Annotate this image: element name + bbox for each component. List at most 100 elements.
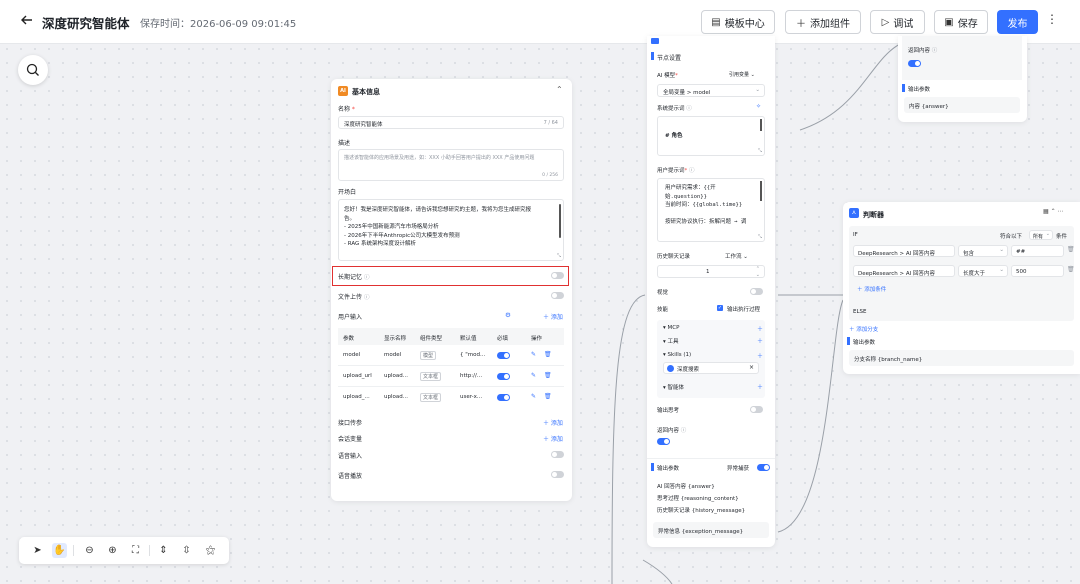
ai-model-label: AI 模型* xyxy=(657,73,678,79)
scrollbar[interactable] xyxy=(760,181,762,201)
cond2-op-select[interactable]: 长度大于 ⌄ xyxy=(958,265,1008,277)
ai-node-card[interactable]: 节点设置 AI 模型* 引用变量 ⌄ 全局变量 > model ⌄ 系统提示词 … xyxy=(647,36,775,547)
output-thinking-label: 输出思考 xyxy=(657,408,680,414)
fit-view-icon[interactable]: ⛶ xyxy=(128,543,143,558)
section-marker xyxy=(651,52,654,60)
remove-skill-icon[interactable]: × xyxy=(749,364,754,371)
voice-play-toggle[interactable] xyxy=(551,471,564,478)
basic-info-title: 基本信息 xyxy=(352,88,380,96)
hand-icon[interactable]: ✋ xyxy=(52,543,67,558)
add-tool-icon[interactable]: ＋ xyxy=(757,336,763,345)
desc-textarea[interactable]: 描述该智能体的应用场景及用途，如：XXX 小助手回答用户提出的 XXX 产品使用… xyxy=(338,149,564,181)
delete-icon[interactable]: 🗑 xyxy=(544,372,552,379)
cond2-value-input[interactable]: 500 xyxy=(1011,265,1064,277)
exception-capture-toggle[interactable] xyxy=(757,464,770,471)
judge-header-icons[interactable]: ▦ ⌃ ⋯ xyxy=(1043,208,1064,215)
scrollbar[interactable] xyxy=(760,119,762,131)
scrollbar[interactable] xyxy=(559,204,561,238)
else-branch: ELSE xyxy=(849,303,1074,321)
basic-info-card[interactable]: AI 基本信息 ⌃ 名称 * 深度研究智能体 7 / 64 描述 描述该智能体的… xyxy=(331,79,572,501)
table-header-cell: 必填 xyxy=(497,336,509,342)
edit-icon[interactable]: ✎ xyxy=(531,393,536,400)
voice-input-toggle[interactable] xyxy=(551,451,564,458)
required-toggle[interactable] xyxy=(497,373,510,380)
vision-toggle[interactable] xyxy=(750,288,763,295)
vision-label: 视觉 xyxy=(657,290,669,296)
zoom-out-icon[interactable]: ⊖ xyxy=(82,543,97,558)
desc-placeholder: 描述该智能体的应用场景及用途，如：XXX 小助手回答用户提出的 XXX 产品使用… xyxy=(344,155,535,161)
delete-icon[interactable]: 🗑 xyxy=(1067,246,1075,253)
add-branch-button[interactable]: ＋ 添加分支 xyxy=(849,325,878,333)
opening-line: - 2025年中国新能源汽车市场格局分析 xyxy=(344,224,439,230)
settings-icon[interactable]: ⚙ xyxy=(505,311,511,319)
required-toggle[interactable] xyxy=(497,352,510,359)
add-session-var-button[interactable]: ＋ 添加 xyxy=(543,434,563,443)
ref-var-select[interactable]: 引用变量 ⌄ xyxy=(729,71,755,78)
canvas-toolbar: ➤ ✋ ⊖ ⊕ ⛶ ⇕ ⇳ ⚝ xyxy=(19,537,229,564)
opening-line: - 2026年下半年Anthropic公司大模型发布预测 xyxy=(344,232,460,239)
mcp-group[interactable]: ▾ MCP xyxy=(663,325,679,331)
judge-icon: ⋏ xyxy=(849,208,859,218)
expand-all-icon[interactable]: ⇳ xyxy=(179,543,194,558)
return-content-toggle[interactable] xyxy=(657,438,670,445)
add-interface-param-button[interactable]: ＋ 添加 xyxy=(543,418,563,427)
stepper-arrows-icon[interactable]: ⌃ ⌄ xyxy=(756,266,760,278)
sys-prompt-text: # 角色 xyxy=(665,133,683,139)
agents-group[interactable]: ▾ 智能体 xyxy=(663,383,684,391)
sys-prompt-textarea[interactable]: # 角色 ⤡ xyxy=(657,116,765,156)
user-prompt-textarea[interactable]: 用户研究需求：{{开 始.question}} 当前时间：{{global.ti… xyxy=(657,178,765,242)
pointer-icon[interactable]: ➤ xyxy=(30,543,45,558)
add-mcp-icon[interactable]: ＋ xyxy=(757,324,763,333)
delete-icon[interactable]: 🗑 xyxy=(544,393,552,400)
add-condition-button[interactable]: ＋ 添加条件 xyxy=(857,285,886,293)
match-select[interactable]: 所有 ⌄ xyxy=(1029,230,1053,240)
name-input[interactable]: 深度研究智能体 7 / 64 xyxy=(338,116,564,129)
delete-icon[interactable]: 🗑 xyxy=(544,351,552,358)
model-select[interactable]: 全局变量 > model ⌄ xyxy=(657,84,765,97)
judge-node-card[interactable]: ⋏ 判断器 ▦ ⌃ ⋯ IF 符合以下 所有 ⌄ 条件 DeepResearch… xyxy=(843,202,1080,374)
prompt-line: 始.question}} xyxy=(665,193,707,200)
previous-node-card[interactable]: 返回内容 ⓘ 输出参数 内容 {answer} xyxy=(898,36,1027,122)
tools-group[interactable]: ▾ 工具 xyxy=(663,337,679,345)
add-user-input-button[interactable]: ＋ 添加 xyxy=(543,312,563,321)
skill-chip[interactable]: 深度搜索 × xyxy=(663,362,759,374)
cond1-op-select[interactable]: 包含 ⌄ xyxy=(958,245,1008,257)
opening-label: 开场白 xyxy=(338,189,357,196)
return-content-toggle[interactable] xyxy=(908,60,921,67)
workflow-select[interactable]: 工作流 ⌄ xyxy=(725,252,748,260)
collapse-chevron-icon[interactable]: ⌃ xyxy=(556,85,563,94)
desc-count: 0 / 256 xyxy=(542,173,558,178)
collapse-all-icon[interactable]: ⇕ xyxy=(156,543,171,558)
info-icon: ⓘ xyxy=(363,275,370,281)
chevron-down-icon: ⌄ xyxy=(755,87,760,93)
cond2-field-select[interactable]: DeepResearch > AI 回答内容 xyxy=(853,265,955,277)
auto-layout-icon[interactable]: ⚝ xyxy=(203,543,218,558)
prompt-line xyxy=(665,210,746,219)
output-item: 思考过程 {reasoning_content} xyxy=(657,496,739,502)
zoom-in-icon[interactable]: ⊕ xyxy=(105,543,120,558)
delete-icon[interactable]: 🗑 xyxy=(1067,266,1075,273)
file-upload-toggle[interactable] xyxy=(551,292,564,299)
add-skill-icon[interactable]: ＋ xyxy=(757,351,763,360)
output-thinking-toggle[interactable] xyxy=(750,406,763,413)
name-count: 7 / 64 xyxy=(543,120,558,126)
resize-handle-icon[interactable]: ⤡ xyxy=(557,253,561,259)
long-memory-toggle[interactable] xyxy=(551,272,564,279)
resize-handle-icon[interactable]: ⤡ xyxy=(758,148,762,154)
opening-textarea[interactable]: 您好！我是深度研究智能体，请告诉我您想研究的主题，我将为您生成研究报 告。 - … xyxy=(338,199,564,261)
required-toggle[interactable] xyxy=(497,394,510,401)
cond1-field-select[interactable]: DeepResearch > AI 回答内容 xyxy=(853,245,955,257)
output-item: 分支名称 {branch_name} xyxy=(854,357,923,363)
edit-icon[interactable]: ✎ xyxy=(531,351,536,358)
default-cell: { "mod... xyxy=(460,352,486,358)
add-agent-icon[interactable]: ＋ xyxy=(757,382,763,391)
edit-icon[interactable]: ✎ xyxy=(531,372,536,379)
table-row: model model 模型 { "mod... ✎ 🗑 xyxy=(338,345,564,366)
cond1-op: 包含 xyxy=(963,251,975,257)
history-stepper[interactable]: 1 ⌃ ⌄ xyxy=(657,265,765,278)
resize-handle-icon[interactable]: ⤡ xyxy=(758,234,762,240)
show-process-checkbox[interactable]: ✓ xyxy=(717,305,723,311)
skills-group[interactable]: ▾ Skills (1) xyxy=(663,352,691,358)
cond1-value-input[interactable]: ## xyxy=(1011,245,1064,257)
magic-wand-icon[interactable]: ✧ xyxy=(756,103,761,110)
